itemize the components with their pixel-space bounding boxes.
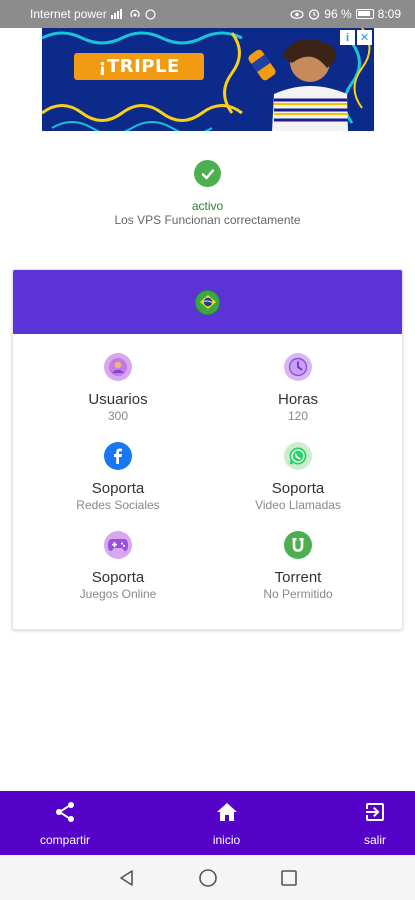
ad-brand-text: ¡TRIPLE <box>74 53 204 80</box>
notification-icon <box>145 8 156 20</box>
gamepad-icon <box>104 531 132 559</box>
nav-exit-button[interactable]: salir <box>363 791 387 855</box>
brazil-flag-icon <box>195 289 220 315</box>
card-header <box>13 270 402 334</box>
feature-title: Soporta <box>271 480 325 497</box>
clock-icon <box>284 353 312 381</box>
bottom-nav: compartir inicio salir <box>0 791 415 855</box>
feature-title: Usuarios <box>88 391 148 408</box>
feature-value: 300 <box>107 409 129 423</box>
recents-icon[interactable] <box>280 869 298 887</box>
alarm-icon <box>308 8 320 20</box>
exit-icon <box>363 800 387 827</box>
facebook-icon <box>104 442 132 470</box>
server-status-label: activo <box>191 199 224 213</box>
back-icon[interactable] <box>118 869 136 887</box>
nav-exit-label: salir <box>363 832 386 847</box>
info-icon[interactable]: i <box>340 30 355 45</box>
home-circle-icon[interactable] <box>198 868 218 888</box>
feature-value: No Permitido <box>263 587 333 601</box>
nav-home-button[interactable]: inicio <box>213 791 240 855</box>
feature-value: 120 <box>287 409 309 423</box>
feature-gaming: Soporta Juegos Online <box>23 531 213 601</box>
feature-social: Soporta Redes Sociales <box>23 442 213 512</box>
share-icon <box>53 800 77 827</box>
battery-percent: 96 % <box>324 7 352 21</box>
feature-value: Video Llamadas <box>255 498 341 512</box>
user-icon <box>104 353 132 381</box>
eye-icon <box>290 9 304 19</box>
feature-value: Redes Sociales <box>76 498 160 512</box>
clock-time: 8:09 <box>377 7 401 21</box>
carrier-name: Internet power <box>30 7 107 21</box>
hotspot-icon <box>129 8 141 20</box>
feature-hours: Horas 120 <box>203 353 393 423</box>
whatsapp-icon <box>284 442 312 470</box>
server-status-message: Los VPS Funcionan correctamente <box>114 213 301 227</box>
feature-title: Torrent <box>274 569 322 586</box>
nav-share-label: compartir <box>40 832 91 847</box>
feature-video-calls: Soporta Video Llamadas <box>203 442 393 512</box>
nav-home-label: inicio <box>212 832 241 847</box>
system-nav-bar <box>0 855 415 900</box>
feature-title: Horas <box>277 391 318 408</box>
signal-icon <box>110 9 125 19</box>
feature-users: Usuarios 300 <box>23 353 213 423</box>
home-icon <box>215 800 239 827</box>
battery-icon <box>355 9 374 19</box>
nav-share-button[interactable]: compartir <box>40 791 90 855</box>
torrent-icon <box>284 531 312 559</box>
ad-banner[interactable]: ¡TRIPLE i ✕ <box>42 28 374 131</box>
server-card: Usuarios 300 Horas 120 Soporta Redes Soc… <box>12 269 403 630</box>
status-bar: Internet power 96 % 8:09 <box>0 0 415 28</box>
check-icon <box>194 160 221 187</box>
feature-title: Soporta <box>91 569 145 586</box>
feature-value: Juegos Online <box>79 587 157 601</box>
feature-torrent: Torrent No Permitido <box>203 531 393 601</box>
feature-title: Soporta <box>91 480 145 497</box>
close-icon[interactable]: ✕ <box>357 30 372 45</box>
